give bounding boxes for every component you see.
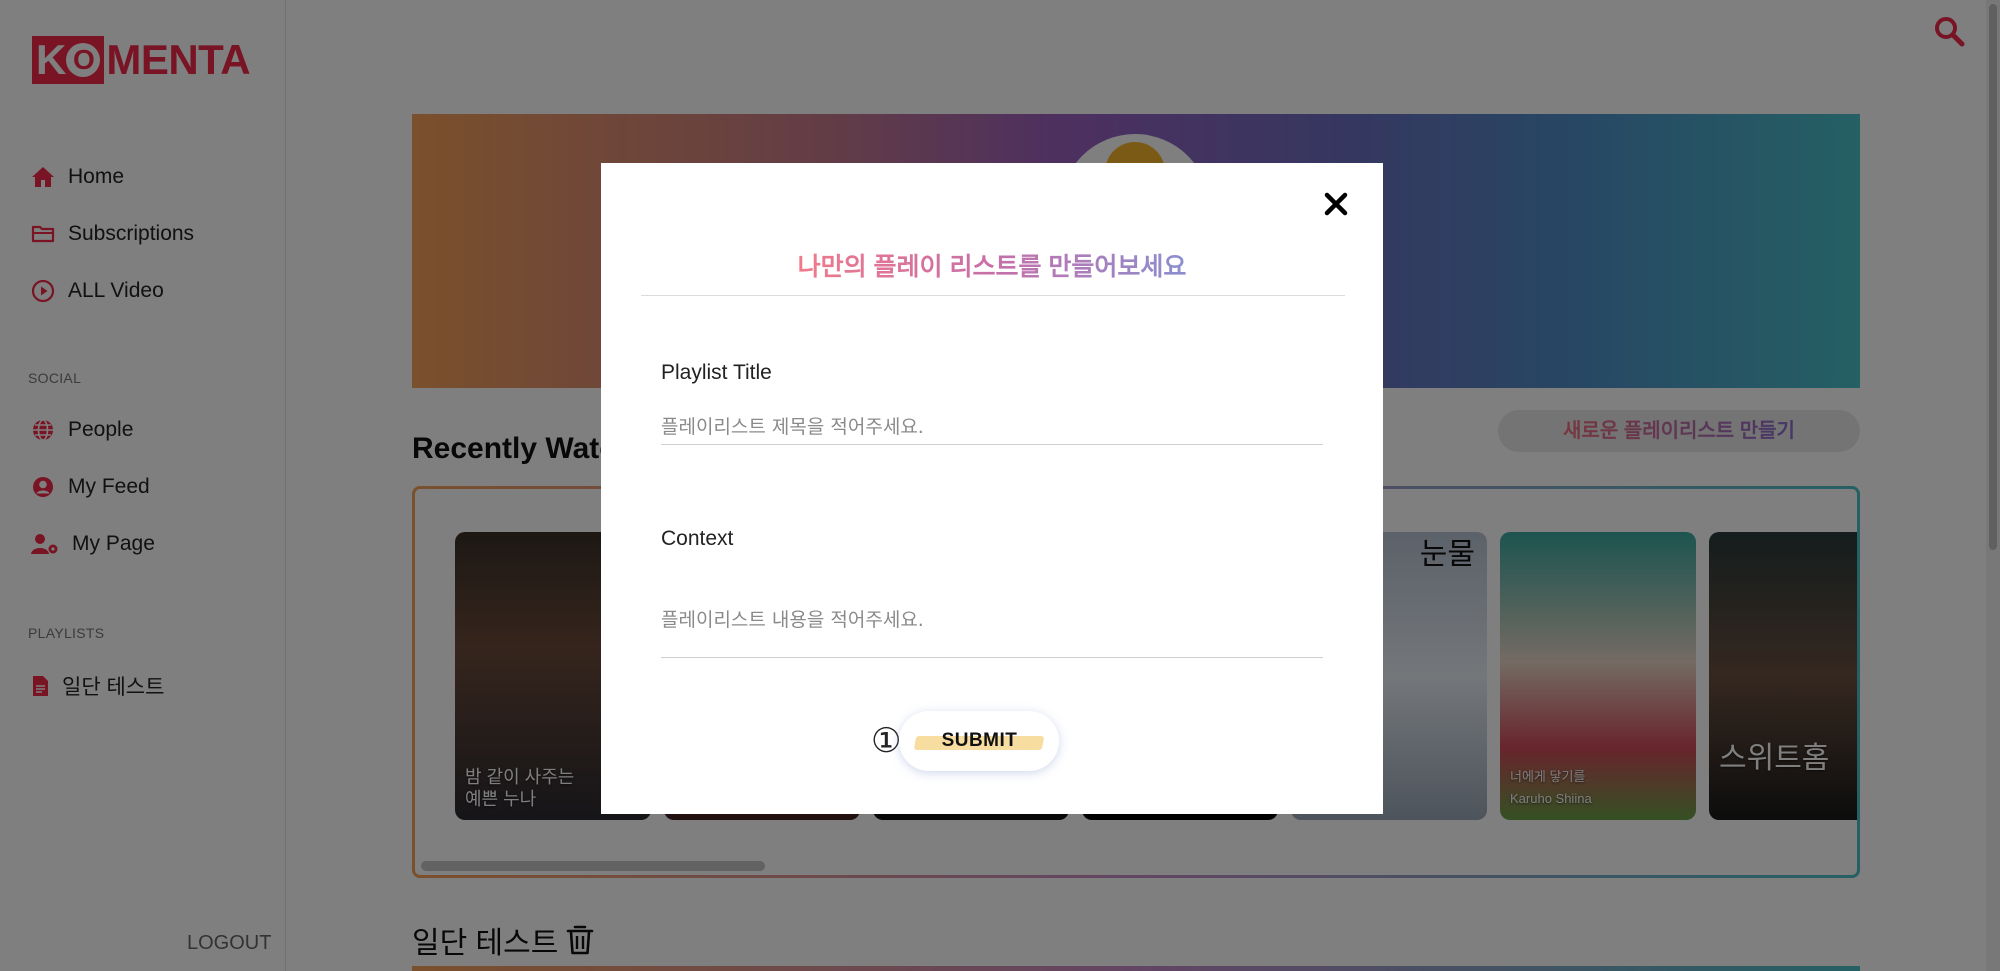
create-playlist-modal: 나만의 플레이 리스트를 만들어보세요 Playlist Title Conte… — [601, 163, 1383, 814]
submit-button-label: SUBMIT — [941, 730, 1018, 751]
submit-area: ① SUBMIT — [871, 711, 1060, 771]
modal-divider — [641, 295, 1345, 296]
submit-button[interactable]: SUBMIT — [899, 711, 1060, 771]
context-label: Context — [661, 527, 734, 550]
context-input[interactable] — [661, 605, 1323, 658]
modal-title-text: 나만의 플레이 리스트를 만들어보세요 — [797, 253, 1187, 281]
annotation-marker: ① — [871, 721, 902, 761]
playlist-title-label: Playlist Title — [661, 361, 772, 384]
playlist-title-input[interactable] — [661, 409, 1323, 445]
modal-title: 나만의 플레이 리스트를 만들어보세요 — [601, 247, 1383, 283]
close-icon[interactable] — [1321, 189, 1351, 219]
